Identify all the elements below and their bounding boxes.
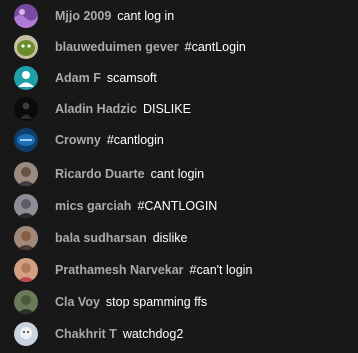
- character-avatar[interactable]: [14, 322, 38, 346]
- message-body: stop spamming ffs: [105, 295, 208, 309]
- message-body: dislike: [152, 231, 188, 245]
- author-name[interactable]: blauweduimen gever: [55, 40, 179, 54]
- author-name[interactable]: Chakhrit T: [55, 327, 117, 341]
- photo-avatar[interactable]: [14, 226, 38, 250]
- message-body: cant log in: [117, 9, 175, 23]
- chat-message: Chakhrit T watchdog2: [0, 320, 358, 348]
- author-name[interactable]: Mjjo 2009: [55, 9, 111, 23]
- author-name[interactable]: Cla Voy: [55, 295, 100, 309]
- message-text: mics garciah #CANTLOGIN: [55, 199, 217, 213]
- author-name[interactable]: Ricardo Duarte: [55, 167, 145, 181]
- message-text: Crowny #cantlogin: [55, 133, 164, 147]
- purple-wave-avatar[interactable]: [14, 4, 38, 28]
- message-text: Mjjo 2009 cant log in: [55, 9, 174, 23]
- photo-avatar[interactable]: [14, 258, 38, 282]
- author-name[interactable]: mics garciah: [55, 199, 131, 213]
- message-text: Prathamesh Narvekar #can't login: [55, 263, 252, 277]
- message-body: #can't login: [189, 263, 253, 277]
- author-name[interactable]: Adam F: [55, 71, 101, 85]
- message-text: Adam F scamsoft: [55, 71, 157, 85]
- default-person-avatar[interactable]: [14, 66, 38, 90]
- photo-avatar[interactable]: [14, 162, 38, 186]
- message-body: DISLIKE: [142, 102, 191, 116]
- message-text: Cla Voy stop spamming ffs: [55, 295, 207, 309]
- author-name[interactable]: Aladin Hadzic: [55, 102, 137, 116]
- photo-avatar[interactable]: [14, 194, 38, 218]
- chat-message: Crowny #cantlogin: [0, 126, 358, 154]
- message-body: cant login: [150, 167, 205, 181]
- chat-message: blauweduimen gever #cantLogin: [0, 33, 358, 61]
- message-text: Aladin Hadzic DISLIKE: [55, 102, 191, 116]
- chat-message: Aladin Hadzic DISLIKE: [0, 95, 358, 123]
- message-text: bala sudharsan dislike: [55, 231, 187, 245]
- chat-message: Prathamesh Narvekar #can't login: [0, 256, 358, 284]
- author-name[interactable]: bala sudharsan: [55, 231, 147, 245]
- photo-avatar[interactable]: [14, 290, 38, 314]
- green-character-avatar[interactable]: [14, 35, 38, 59]
- chat-message: Adam F scamsoft: [0, 64, 358, 92]
- author-name[interactable]: Prathamesh Narvekar: [55, 263, 184, 277]
- message-text: Ricardo Duarte cant login: [55, 167, 204, 181]
- message-text: blauweduimen gever #cantLogin: [55, 40, 246, 54]
- message-body: #cantlogin: [106, 133, 164, 147]
- blue-logo-avatar[interactable]: [14, 128, 38, 152]
- message-text: Chakhrit T watchdog2: [55, 327, 183, 341]
- author-name[interactable]: Crowny: [55, 133, 101, 147]
- message-body: watchdog2: [122, 327, 184, 341]
- chat-message: mics garciah #CANTLOGIN: [0, 192, 358, 220]
- chat-message: Mjjo 2009 cant log in: [0, 2, 358, 30]
- message-body: #CANTLOGIN: [137, 199, 218, 213]
- chat-message: Ricardo Duarte cant login: [0, 160, 358, 188]
- message-body: scamsoft: [106, 71, 157, 85]
- chat-message: Cla Voy stop spamming ffs: [0, 288, 358, 316]
- dark-figure-avatar[interactable]: [14, 97, 38, 121]
- chat-message: bala sudharsan dislike: [0, 224, 358, 252]
- message-body: #cantLogin: [184, 40, 246, 54]
- live-chat-list: Mjjo 2009 cant log in blauweduimen gever #…: [0, 0, 358, 353]
